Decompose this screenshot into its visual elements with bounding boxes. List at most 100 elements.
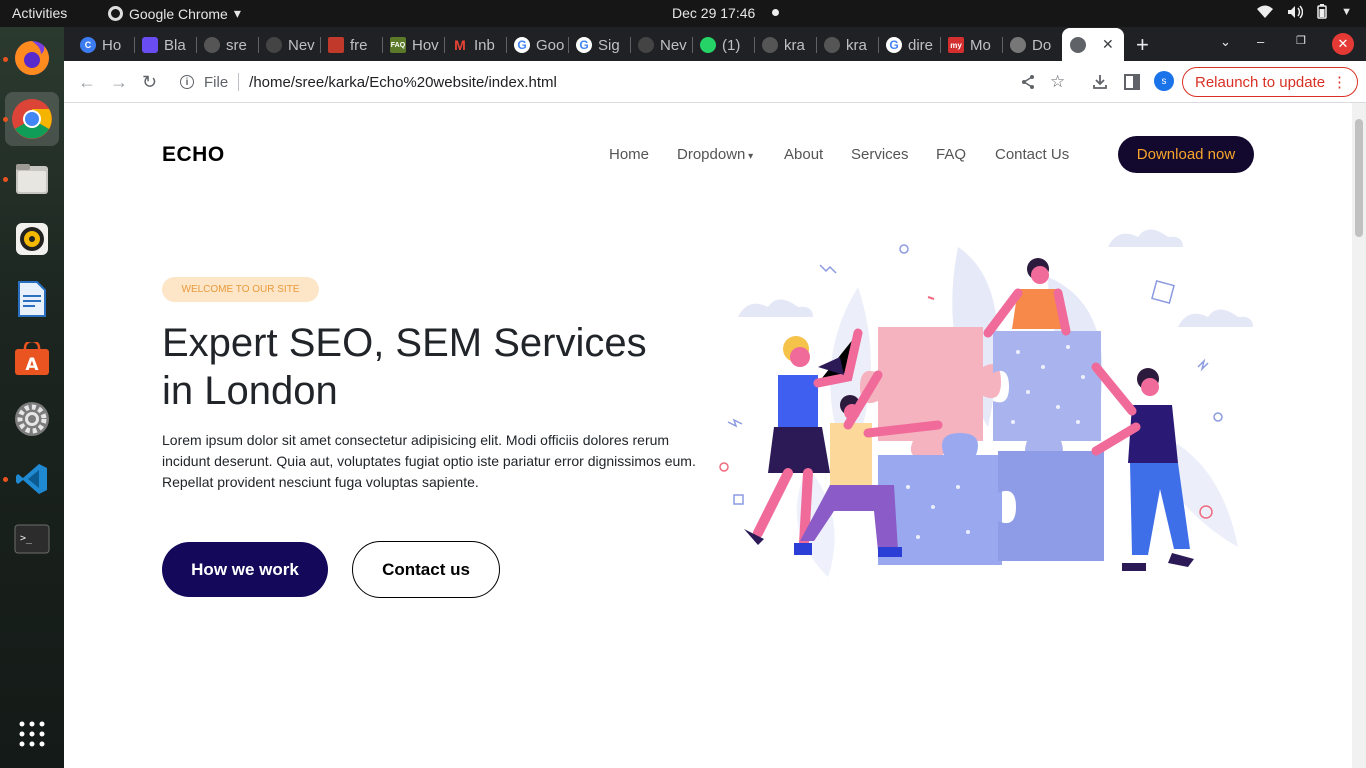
notification-dot xyxy=(772,9,779,16)
firefox-icon[interactable] xyxy=(11,37,53,79)
browser-toolbar: ← → ↻ i File /home/sree/karka/Echo%20web… xyxy=(64,61,1366,103)
url-text[interactable]: /home/sree/karka/Echo%20website/index.ht… xyxy=(249,74,557,91)
tab-favicon: FAQ xyxy=(390,37,406,53)
browser-tab[interactable]: kra xyxy=(818,32,874,58)
activities-button[interactable]: Activities xyxy=(12,5,67,21)
browser-tab[interactable]: (1) xyxy=(694,32,750,58)
minimize-button[interactable]: – xyxy=(1257,34,1264,49)
whatsapp-icon xyxy=(700,37,716,53)
reload-button[interactable]: ↻ xyxy=(142,72,157,93)
running-indicator xyxy=(3,57,8,62)
nav-contact[interactable]: Contact Us xyxy=(995,146,1069,163)
file-label: File xyxy=(204,73,229,91)
show-apps-icon[interactable] xyxy=(11,713,53,755)
browser-tab[interactable]: Nev xyxy=(632,32,688,58)
browser-tab[interactable]: sre xyxy=(198,32,254,58)
bookmark-star-icon[interactable]: ☆ xyxy=(1050,72,1065,92)
clock[interactable]: Dec 29 17:46 xyxy=(672,5,755,21)
web-page: ECHO Home Dropdown ▾ About Services FAQ … xyxy=(64,103,1366,768)
browser-tab[interactable]: my Mo xyxy=(942,32,998,58)
svg-text:>_: >_ xyxy=(20,533,33,544)
nav-about[interactable]: About xyxy=(784,146,823,163)
nav-home[interactable]: Home xyxy=(609,146,649,163)
info-icon[interactable]: i xyxy=(180,75,194,89)
browser-tab[interactable]: Nev xyxy=(260,32,316,58)
writer-icon[interactable] xyxy=(11,278,53,320)
forward-button[interactable]: → xyxy=(110,72,128,93)
volume-icon xyxy=(1288,5,1304,18)
browser-tab[interactable]: Bla xyxy=(136,32,192,58)
browser-tab[interactable]: kra xyxy=(756,32,812,58)
browser-tab[interactable]: C Ho xyxy=(74,32,130,58)
wifi-icon xyxy=(1257,5,1274,18)
scrollbar-thumb[interactable] xyxy=(1355,119,1363,237)
tab-favicon xyxy=(266,37,282,53)
browser-tab[interactable]: G Sig xyxy=(570,32,626,58)
browser-tab[interactable]: M Inb xyxy=(446,32,502,58)
vscode-icon[interactable] xyxy=(11,458,53,500)
tab-search-icon[interactable]: ⌄ xyxy=(1220,34,1231,50)
github-icon xyxy=(824,37,840,53)
tab-strip: C Ho Bla sre Nev fre FAQ Hov M Inb G Goo G Si… xyxy=(64,27,1366,61)
rhythmbox-icon[interactable] xyxy=(11,218,53,260)
nav-dropdown[interactable]: Dropdown ▾ xyxy=(677,146,753,163)
dock: A >_ xyxy=(0,27,64,768)
battery-icon xyxy=(1317,4,1327,19)
active-tab[interactable]: ✕ xyxy=(1062,28,1124,61)
chevron-down-icon: ▼ xyxy=(1341,5,1352,18)
gmail-icon: M xyxy=(454,37,466,53)
nav-faq[interactable]: FAQ xyxy=(936,146,966,163)
contact-us-button[interactable]: Contact us xyxy=(352,541,500,598)
files-icon[interactable] xyxy=(11,158,53,200)
share-icon[interactable] xyxy=(1020,74,1036,90)
globe-icon xyxy=(1010,37,1026,53)
tab-favicon xyxy=(328,37,344,53)
browser-tab[interactable]: Gdire xyxy=(880,32,936,58)
nav-services[interactable]: Services xyxy=(851,146,909,163)
terminal-icon[interactable]: >_ xyxy=(11,518,53,560)
new-tab-button[interactable]: + xyxy=(1136,32,1149,58)
running-indicator xyxy=(3,177,8,182)
tab-favicon: C xyxy=(80,37,96,53)
app-menu[interactable]: Google Chrome ▾ xyxy=(108,5,241,22)
tab-favicon: my xyxy=(948,37,964,53)
hero-illustration xyxy=(719,229,1253,577)
running-indicator xyxy=(3,117,8,122)
chrome-icon[interactable] xyxy=(5,92,59,146)
close-tab-icon[interactable]: ✕ xyxy=(1102,36,1114,53)
back-button[interactable]: ← xyxy=(78,72,96,93)
browser-window: C Ho Bla sre Nev fre FAQ Hov M Inb G Goo G Si… xyxy=(64,27,1366,768)
system-tray[interactable]: ▼ xyxy=(1257,4,1352,19)
browser-tab[interactable]: Do xyxy=(1004,32,1060,58)
download-now-button[interactable]: Download now xyxy=(1118,136,1254,173)
how-we-work-button[interactable]: How we work xyxy=(162,542,328,597)
hero-description: Lorem ipsum dolor sit amet consectetur a… xyxy=(162,432,696,490)
browser-tab[interactable]: FAQ Hov xyxy=(384,32,440,58)
address-bar[interactable]: i File /home/sree/karka/Echo%20website/i… xyxy=(170,66,1080,98)
svg-text:A: A xyxy=(25,355,39,375)
page-scrollbar[interactable] xyxy=(1352,103,1366,768)
relaunch-button[interactable]: Relaunch to update ⋮ xyxy=(1182,67,1358,97)
side-panel-icon[interactable] xyxy=(1124,74,1140,90)
settings-icon[interactable] xyxy=(11,398,53,440)
app-name: Google Chrome xyxy=(129,5,228,22)
software-center-icon[interactable]: A xyxy=(11,338,53,380)
globe-icon xyxy=(1070,36,1086,53)
more-menu-icon: ⋮ xyxy=(1332,74,1347,91)
browser-tab[interactable]: fre xyxy=(322,32,378,58)
site-logo[interactable]: ECHO xyxy=(162,143,225,167)
profile-avatar[interactable]: s xyxy=(1154,71,1174,91)
caret-down-icon: ▾ xyxy=(745,151,754,162)
hero-headline: Expert SEO, SEM Services in London xyxy=(162,321,647,413)
browser-tab[interactable]: G Goo xyxy=(508,32,564,58)
tab-favicon xyxy=(142,37,158,53)
download-icon[interactable] xyxy=(1092,74,1108,90)
close-window-button[interactable]: ✕ xyxy=(1332,33,1354,55)
google-icon: G xyxy=(514,37,530,53)
maximize-button[interactable]: ❐ xyxy=(1296,34,1306,47)
github-icon xyxy=(204,37,220,53)
system-top-bar: Activities Google Chrome ▾ Dec 29 17:46 … xyxy=(0,0,1366,27)
google-icon: G xyxy=(886,37,902,53)
chrome-icon xyxy=(108,6,123,21)
tab-favicon xyxy=(638,37,654,53)
